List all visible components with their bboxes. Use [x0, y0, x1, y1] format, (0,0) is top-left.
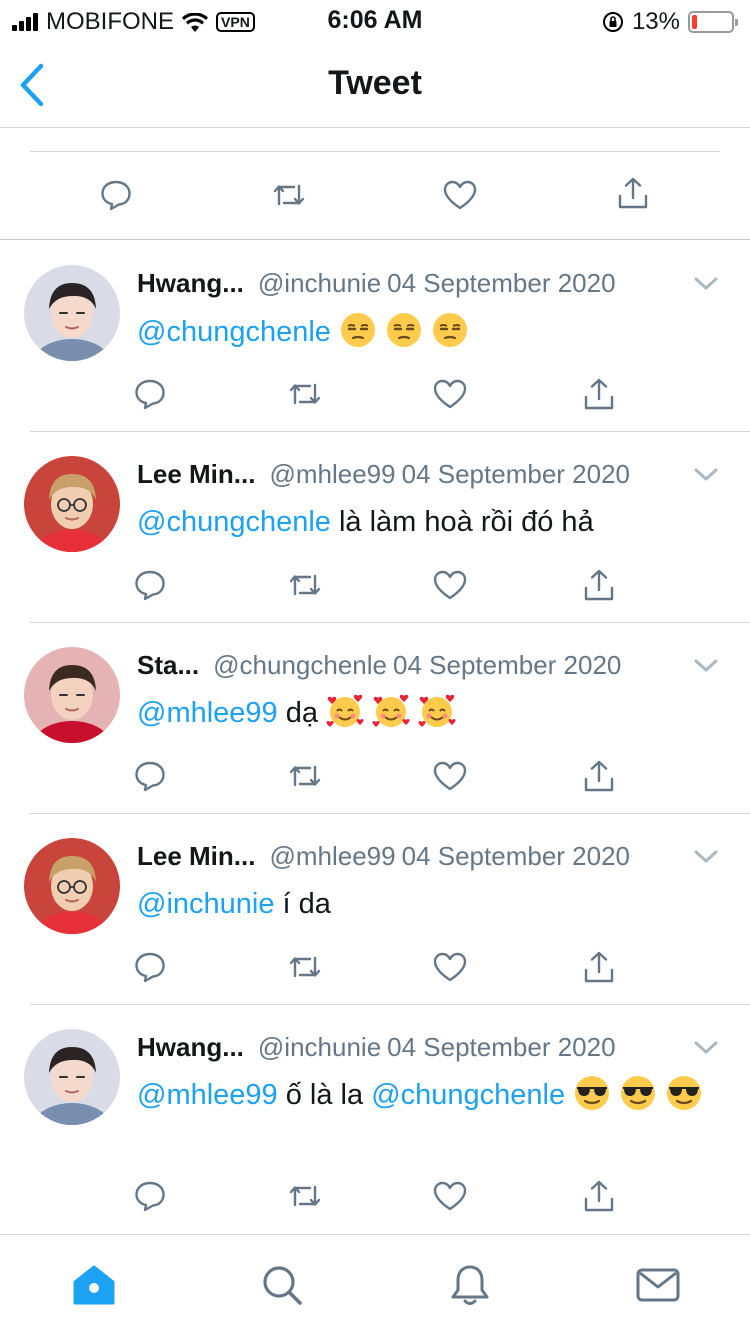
share-icon[interactable] — [581, 376, 617, 412]
unamused-face-emoji-icon — [385, 311, 423, 349]
chevron-down-icon[interactable] — [692, 1038, 720, 1058]
share-icon[interactable] — [581, 758, 617, 794]
tweet-text-segment: ố là la — [277, 1079, 372, 1111]
author-name[interactable]: Sta... — [137, 650, 199, 680]
tab-home[interactable] — [70, 1261, 118, 1309]
smiling-face-with-hearts-emoji-icon — [372, 692, 410, 730]
tweet-detail-screen: MOBIFONE VPN 6:06 AM 13% Tweet Hwang... … — [0, 0, 750, 1334]
divider — [30, 1004, 750, 1005]
reply-icon[interactable] — [132, 1178, 168, 1214]
share-icon[interactable] — [581, 1178, 617, 1214]
retweet-icon[interactable] — [287, 567, 323, 603]
notifications-icon — [446, 1261, 494, 1309]
like-icon[interactable] — [442, 177, 478, 213]
mention-link[interactable]: @mhlee99 — [137, 1079, 278, 1111]
smiling-face-with-sunglasses-emoji-icon — [619, 1074, 657, 1112]
divider — [30, 622, 750, 623]
like-icon[interactable] — [432, 1178, 468, 1214]
page-title: Tweet — [328, 64, 422, 102]
chevron-down-icon[interactable] — [692, 656, 720, 676]
search-icon — [258, 1261, 306, 1309]
navigation-bar: Tweet — [0, 40, 750, 128]
author-name[interactable]: Lee Min... — [137, 459, 255, 489]
like-icon[interactable] — [432, 376, 468, 412]
divider — [30, 431, 750, 432]
mention-link[interactable]: @chungchenle — [137, 316, 331, 348]
tweet-date: 04 September 2020 — [387, 268, 616, 298]
unamused-face-emoji-icon — [431, 311, 469, 349]
tab-search[interactable] — [258, 1261, 306, 1309]
mention-link[interactable]: @mhlee99 — [137, 697, 278, 729]
tweet-date: 04 September 2020 — [387, 1032, 616, 1062]
mention-link[interactable]: @chungchenle — [137, 506, 331, 538]
avatar[interactable] — [24, 265, 120, 361]
share-icon[interactable] — [581, 949, 617, 985]
reply-icon[interactable] — [132, 376, 168, 412]
smiling-face-with-sunglasses-emoji-icon — [573, 1074, 611, 1112]
reply-icon[interactable] — [132, 949, 168, 985]
smiling-face-with-hearts-emoji-icon — [326, 692, 364, 730]
chevron-down-icon[interactable] — [692, 847, 720, 867]
battery-icon — [688, 11, 738, 33]
main-tweet-actions — [0, 166, 750, 226]
author-name[interactable]: Hwang... — [137, 268, 244, 298]
author-name[interactable]: Hwang... — [137, 1032, 244, 1062]
share-icon[interactable] — [615, 175, 651, 211]
tweet-text-segment — [565, 1079, 573, 1111]
like-icon[interactable] — [432, 567, 468, 603]
avatar[interactable] — [24, 647, 120, 743]
avatar[interactable] — [24, 456, 120, 552]
tweet-text-segment: dạ — [277, 697, 327, 729]
tweet-text: @mhlee99 ố là la @chungchenle — [137, 1073, 717, 1117]
unamused-face-emoji-icon — [339, 311, 377, 349]
author-name[interactable]: Lee Min... — [137, 841, 255, 871]
tab-notifications[interactable] — [446, 1261, 494, 1309]
retweet-icon[interactable] — [287, 949, 323, 985]
tweet-text: @chungchenle — [137, 310, 717, 354]
tweet-text: @chungchenle là làm hoà rồi đó hả — [137, 500, 717, 544]
author-handle[interactable]: @mhlee99 — [269, 459, 395, 489]
retweet-icon[interactable] — [287, 1178, 323, 1214]
tweet-text-segment: là làm hoà rồi đó hả — [330, 506, 594, 538]
battery-level-fill — [692, 15, 697, 29]
reply-icon[interactable] — [98, 177, 134, 213]
share-icon[interactable] — [581, 567, 617, 603]
retweet-icon[interactable] — [287, 376, 323, 412]
tweet-date: 04 September 2020 — [401, 841, 630, 871]
messages-icon — [634, 1261, 682, 1309]
tab-bar — [0, 1234, 750, 1334]
divider — [30, 151, 720, 152]
author-handle[interactable]: @inchunie — [258, 268, 381, 298]
mention-link[interactable]: @inchunie — [137, 888, 274, 920]
mention-link[interactable]: @chungchenle — [371, 1079, 565, 1111]
chevron-down-icon[interactable] — [692, 465, 720, 485]
author-handle[interactable]: @inchunie — [258, 1032, 381, 1062]
tweet-text: @inchunie í da — [137, 882, 717, 926]
tweet-text-segment — [331, 316, 339, 348]
status-bar: MOBIFONE VPN 6:06 AM 13% — [0, 0, 750, 40]
tweet-text-segment: í da — [274, 888, 331, 920]
like-icon[interactable] — [432, 758, 468, 794]
section-divider — [0, 239, 750, 240]
tweet-date: 04 September 2020 — [393, 650, 622, 680]
smiling-face-with-sunglasses-emoji-icon — [665, 1074, 703, 1112]
avatar[interactable] — [24, 1029, 120, 1125]
smiling-face-with-hearts-emoji-icon — [418, 692, 456, 730]
retweet-icon[interactable] — [287, 758, 323, 794]
author-handle[interactable]: @chungchenle — [213, 650, 387, 680]
retweet-icon[interactable] — [271, 177, 307, 213]
orientation-lock-icon — [602, 11, 624, 33]
tweet-date: 04 September 2020 — [401, 459, 630, 489]
battery-percent: 13% — [631, 8, 680, 35]
avatar[interactable] — [24, 838, 120, 934]
tab-messages[interactable] — [634, 1261, 682, 1309]
reply-icon[interactable] — [132, 758, 168, 794]
tweet-text: @mhlee99 dạ — [137, 691, 717, 735]
like-icon[interactable] — [432, 949, 468, 985]
reply-icon[interactable] — [132, 567, 168, 603]
divider — [30, 813, 750, 814]
home-icon — [70, 1261, 118, 1309]
author-handle[interactable]: @mhlee99 — [269, 841, 395, 871]
chevron-down-icon[interactable] — [692, 274, 720, 294]
